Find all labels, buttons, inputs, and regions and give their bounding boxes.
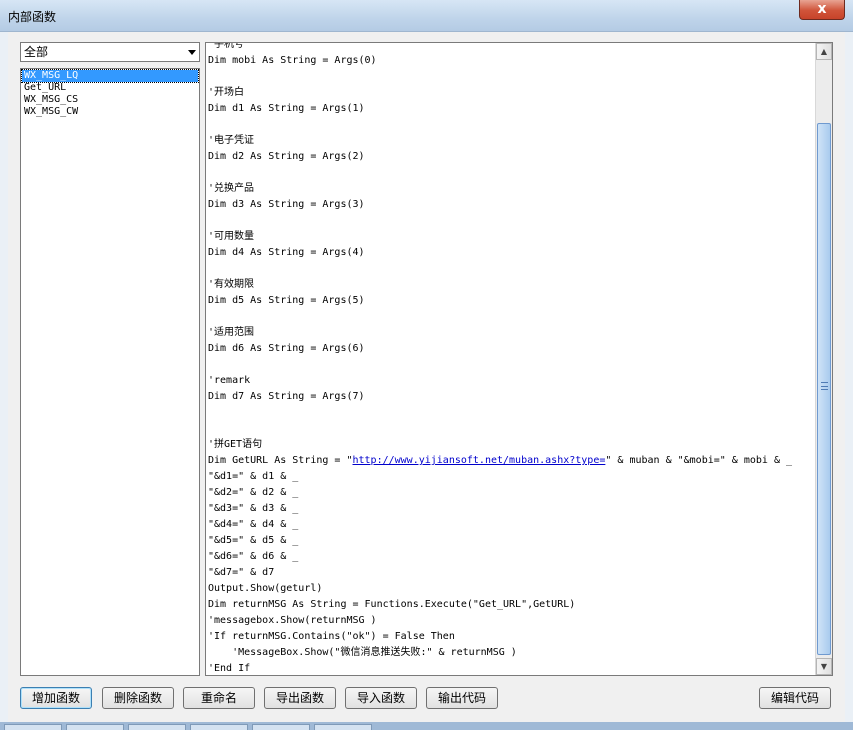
dialog-body: 全部 WX_MSG_LQ Get_URL WX_MSG_CS WX_MSG_CW '手… [8, 32, 845, 722]
code-line: '拼GET语句 [208, 439, 263, 450]
code-line: '适用范围 [208, 327, 255, 338]
scroll-thumb[interactable] [817, 123, 831, 655]
code-line: 'messagebox.Show(returnMSG ) [208, 615, 377, 626]
code-line: Dim d6 As String = Args(6) [208, 343, 365, 354]
taskbar-item[interactable] [4, 724, 62, 730]
function-list-item[interactable]: WX_MSG_CS [22, 94, 198, 106]
code-line: Dim d2 As String = Args(2) [208, 151, 365, 162]
url-link[interactable]: http://www.yijiansoft.net/muban.ashx?typ… [353, 455, 606, 466]
code-line: Dim mobi As String = Args(0) [208, 55, 377, 66]
category-dropdown[interactable]: 全部 [20, 42, 200, 62]
function-list[interactable]: WX_MSG_LQ Get_URL WX_MSG_CS WX_MSG_CW [20, 68, 200, 676]
taskbar-item[interactable] [128, 724, 186, 730]
code-line: "&d3=" & d3 & _ [208, 503, 299, 514]
code-line: Dim d7 As String = Args(7) [208, 391, 365, 402]
rename-button[interactable]: 重命名 [183, 687, 255, 709]
code-line: "&d1=" & d1 & _ [208, 471, 299, 482]
code-line: Dim d3 As String = Args(3) [208, 199, 365, 210]
vertical-scrollbar[interactable]: ▲ ▼ [815, 43, 832, 675]
function-list-item[interactable]: Get_URL [22, 82, 198, 94]
code-line: Dim returnMSG As String = Functions.Exec… [208, 599, 576, 610]
code-line: 'End If [208, 663, 251, 674]
code-line: '电子凭证 [208, 135, 255, 146]
code-line: "&d6=" & d6 & _ [208, 551, 299, 562]
category-dropdown-value: 全部 [24, 45, 49, 59]
code-line: "&d7=" & d7 [208, 567, 275, 578]
code-line: Output.Show(geturl) [208, 583, 323, 594]
taskbar-item[interactable] [252, 724, 310, 730]
import-function-button[interactable]: 导入函数 [345, 687, 417, 709]
code-line: Dim d5 As String = Args(5) [208, 295, 365, 306]
delete-function-button[interactable]: 删除函数 [102, 687, 174, 709]
taskbar-strip [0, 722, 853, 730]
grip-icon [821, 382, 828, 390]
output-code-button[interactable]: 输出代码 [426, 687, 498, 709]
code-line: Dim GetURL As String = "http://www.yijia… [208, 453, 814, 469]
code-line: "&d5=" & d5 & _ [208, 535, 299, 546]
code-line: '可用数量 [208, 231, 255, 242]
window-title: 内部函数 [8, 10, 57, 24]
code-line: Dim d1 As String = Args(1) [208, 103, 365, 114]
function-list-item[interactable]: WX_MSG_LQ [21, 69, 199, 83]
scroll-down-icon[interactable]: ▼ [816, 658, 832, 675]
code-text[interactable]: '手机号 Dim mobi As String = Args(0) '开场白 Dim … [208, 42, 814, 675]
export-function-button[interactable]: 导出函数 [264, 687, 336, 709]
code-line: '手机号 [208, 42, 245, 50]
code-editor[interactable]: '手机号 Dim mobi As String = Args(0) '开场白 Dim … [205, 42, 833, 676]
function-list-item[interactable]: WX_MSG_CW [22, 106, 198, 118]
taskbar-item[interactable] [314, 724, 372, 730]
code-line: "&d2=" & d2 & _ [208, 487, 299, 498]
add-function-button[interactable]: 增加函数 [20, 687, 92, 709]
taskbar-item[interactable] [66, 724, 124, 730]
scroll-up-icon[interactable]: ▲ [816, 43, 832, 60]
close-button[interactable]: x [799, 0, 845, 20]
taskbar-item[interactable] [190, 724, 248, 730]
code-line: "&d4=" & d4 & _ [208, 519, 299, 530]
code-line: 'remark [208, 375, 251, 386]
code-line: '开场白 [208, 87, 245, 98]
code-line: Dim d4 As String = Args(4) [208, 247, 365, 258]
code-text-segment: " & muban & "&mobi=" & mobi & _ [605, 455, 793, 466]
title-bar: 内部函数 x [0, 0, 853, 32]
code-line: 'MessageBox.Show("微信消息推送失败:" & returnMSG… [208, 647, 517, 658]
code-line: '兑换产品 [208, 183, 255, 194]
chevron-down-icon [188, 50, 196, 55]
code-line: 'If returnMSG.Contains("ok") = False The… [208, 631, 455, 642]
edit-code-button[interactable]: 编辑代码 [759, 687, 831, 709]
code-line: '有效期限 [208, 279, 255, 290]
code-text-segment: Dim GetURL As String = " [208, 455, 353, 466]
